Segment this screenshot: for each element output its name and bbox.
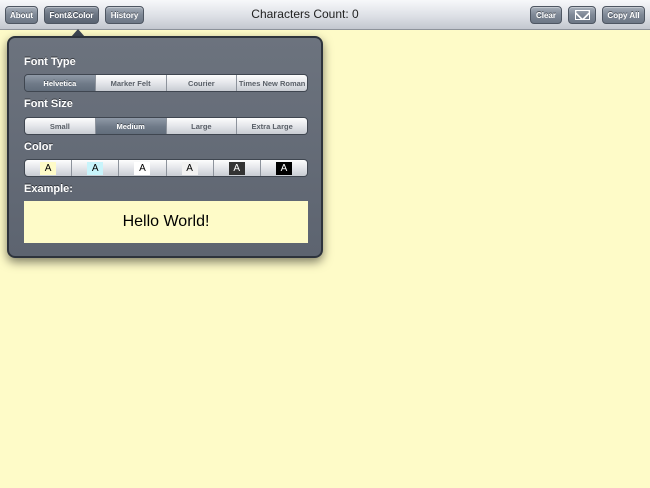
about-button[interactable]: About bbox=[5, 6, 38, 24]
mail-button[interactable] bbox=[568, 6, 596, 24]
color-option-5[interactable]: A bbox=[213, 160, 261, 176]
color-swatch: A bbox=[40, 161, 57, 175]
color-label: Color bbox=[24, 141, 53, 153]
example-preview: Hello World! bbox=[24, 201, 308, 243]
top-toolbar: About Font&Color History Characters Coun… bbox=[0, 0, 650, 30]
font-type-option-courier[interactable]: Courier bbox=[166, 75, 238, 91]
color-option-1[interactable]: A bbox=[25, 160, 73, 176]
clear-button[interactable]: Clear bbox=[530, 6, 562, 24]
font-color-button[interactable]: Font&Color bbox=[44, 6, 99, 24]
characters-count-title: Characters Count: 0 bbox=[251, 7, 359, 21]
font-type-option-marker-felt[interactable]: Marker Felt bbox=[95, 75, 167, 91]
font-size-option-large[interactable]: Large bbox=[166, 118, 238, 134]
mail-icon bbox=[574, 10, 590, 20]
color-swatch: A bbox=[275, 161, 292, 175]
font-size-option-medium[interactable]: Medium bbox=[95, 118, 167, 134]
color-option-6[interactable]: A bbox=[260, 160, 307, 176]
font-type-option-helvetica[interactable]: Helvetica bbox=[25, 75, 96, 91]
color-swatch: A bbox=[87, 161, 104, 175]
font-color-popover: Font Type Helvetica Marker Felt Courier Tim… bbox=[7, 36, 323, 258]
font-type-label: Font Type bbox=[24, 56, 76, 68]
font-size-option-extra-large[interactable]: Extra Large bbox=[237, 118, 307, 134]
color-swatch: A bbox=[228, 161, 245, 175]
font-type-option-times-new-roman[interactable]: Times New Roman bbox=[237, 75, 307, 91]
history-button[interactable]: History bbox=[105, 6, 144, 24]
color-swatch: A bbox=[181, 161, 198, 175]
font-size-option-small[interactable]: Small bbox=[25, 118, 96, 134]
example-label: Example: bbox=[24, 183, 73, 195]
color-option-4[interactable]: A bbox=[166, 160, 214, 176]
color-swatch: A bbox=[134, 161, 151, 175]
copy-all-button[interactable]: Copy All bbox=[602, 6, 645, 24]
font-size-segmented-control: Small Medium Large Extra Large bbox=[24, 117, 308, 135]
font-type-segmented-control: Helvetica Marker Felt Courier Times New Rom… bbox=[24, 74, 308, 92]
color-option-3[interactable]: A bbox=[119, 160, 167, 176]
example-text: Hello World! bbox=[122, 213, 210, 230]
color-option-2[interactable]: A bbox=[72, 160, 120, 176]
font-size-label: Font Size bbox=[24, 98, 73, 110]
color-segmented-control: AAAAAA bbox=[24, 159, 308, 177]
